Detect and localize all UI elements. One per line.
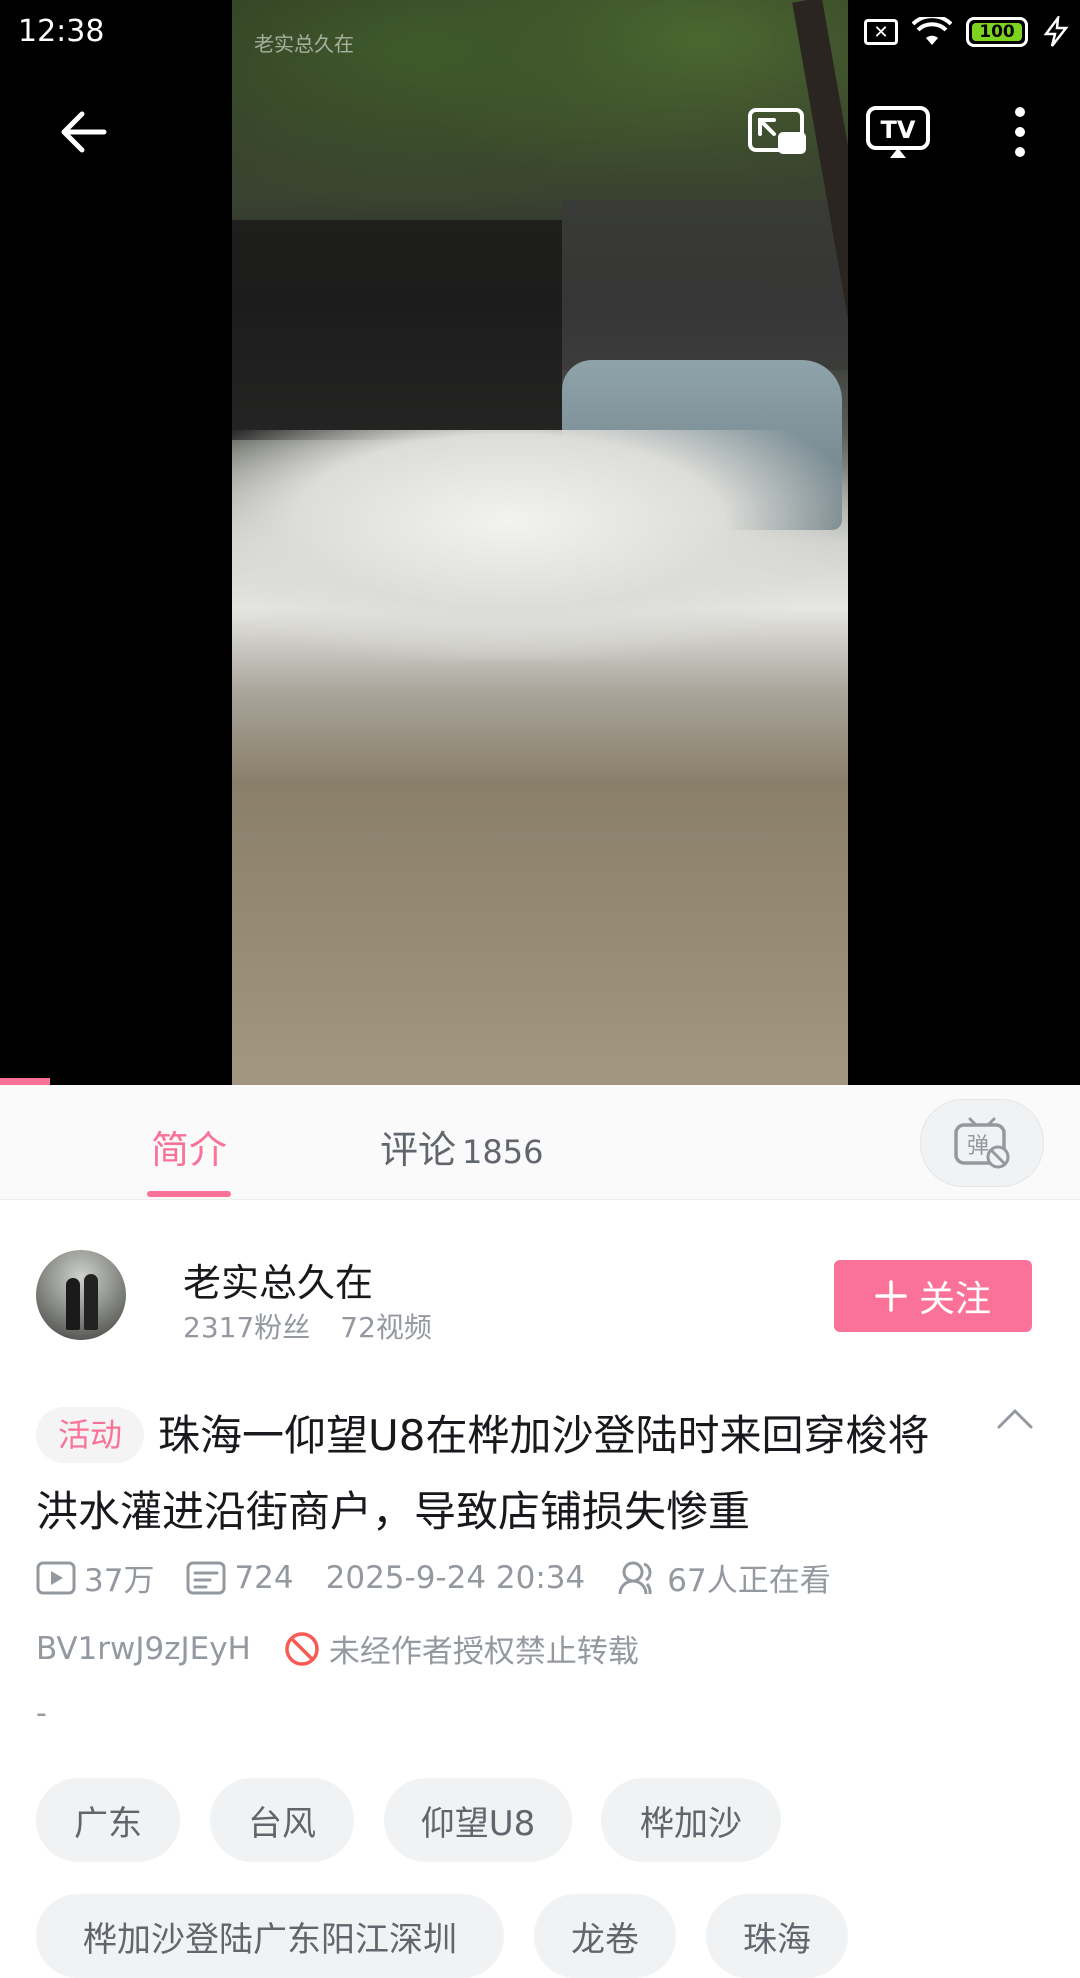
avatar-figure-1 xyxy=(66,1278,80,1330)
tag-item[interactable]: 桦加沙登陆广东阳江深圳 xyxy=(36,1894,504,1978)
tab-intro[interactable]: 简介 xyxy=(151,1119,227,1174)
video-description: - xyxy=(36,1696,47,1731)
copyright-notice: 未经作者授权禁止转载 xyxy=(328,1634,639,1670)
status-icons: ✕ 100 xyxy=(864,16,1070,48)
tab-comments-label: 评论 xyxy=(380,1128,457,1172)
video-title: 珠海一仰望U8在桦加沙登陆时来回穿梭将洪水灌进沿街商户，导致店铺损失惨重 xyxy=(36,1411,930,1536)
tag-item[interactable]: 仰望U8 xyxy=(384,1778,572,1862)
sim-blocked-icon: ✕ xyxy=(864,19,898,45)
avatar-figure-2 xyxy=(84,1274,98,1330)
tag-item[interactable]: 台风 xyxy=(210,1778,354,1862)
status-bar: 12:38 ✕ 100 xyxy=(0,0,1080,70)
tab-comments[interactable]: 评论 1856 xyxy=(380,1119,543,1174)
svg-text:弹: 弹 xyxy=(967,1134,989,1159)
tv-cast-icon: TV xyxy=(866,106,930,158)
danmaku-off-icon: 弹 xyxy=(954,1117,1010,1169)
bvid[interactable]: BV1rwJ9zJEyH xyxy=(36,1631,251,1667)
plus-icon xyxy=(875,1280,907,1312)
more-options-button[interactable] xyxy=(984,96,1056,168)
chevron-up-icon xyxy=(997,1409,1033,1429)
playback-progress-bar[interactable] xyxy=(0,1078,50,1085)
battery-level: 100 xyxy=(972,22,1022,42)
watching-people-icon xyxy=(618,1561,652,1594)
watching-count: 67人正在看 xyxy=(617,1555,831,1600)
author-avatar[interactable] xyxy=(36,1250,126,1340)
tag-item[interactable]: 龙卷 xyxy=(534,1894,676,1978)
watching-count-text: 67人正在看 xyxy=(667,1563,831,1599)
danmaku-count: 724 xyxy=(186,1559,294,1596)
follow-button[interactable]: 关注 xyxy=(834,1260,1032,1332)
video-title-block: 活动 珠海一仰望U8在桦加沙登陆时来回穿梭将洪水灌进沿街商户，导致店铺损失惨重 xyxy=(36,1398,966,1550)
tag-item[interactable]: 桦加沙 xyxy=(601,1778,781,1862)
tag-item[interactable]: 珠海 xyxy=(706,1894,848,1978)
activity-badge[interactable]: 活动 xyxy=(36,1407,145,1463)
view-count: 37万 xyxy=(36,1555,154,1600)
tag-item[interactable]: 广东 xyxy=(36,1778,180,1862)
video-scene-wave xyxy=(232,430,848,660)
author-stats: 2317粉丝 72视频 xyxy=(183,1306,432,1346)
picture-in-picture-button[interactable] xyxy=(742,96,814,168)
video-scene-shop-right xyxy=(562,200,848,370)
status-time: 12:38 xyxy=(18,14,105,49)
tab-active-indicator xyxy=(147,1191,231,1197)
collapse-intro-button[interactable] xyxy=(994,1398,1036,1440)
danmaku-count-icon xyxy=(186,1561,226,1594)
danmaku-toggle-button[interactable]: 弹 xyxy=(920,1099,1044,1187)
video-meta-row: 37万 724 2025-9-24 20:34 67人正在看 xyxy=(36,1555,831,1600)
bolt-icon xyxy=(1043,16,1069,47)
tv-cast-button[interactable]: TV xyxy=(862,96,934,168)
author-video-count: 72视频 xyxy=(340,1311,432,1344)
no-repost-icon xyxy=(285,1631,319,1666)
bvid-row: BV1rwJ9zJEyH 未经作者授权禁止转载 xyxy=(36,1626,639,1671)
picture-in-picture-icon xyxy=(748,108,806,154)
author-name[interactable]: 老实总久在 xyxy=(183,1252,373,1307)
follow-label: 关注 xyxy=(918,1279,991,1320)
danmaku-count-text: 724 xyxy=(234,1559,294,1596)
battery-icon: 100 xyxy=(966,17,1028,47)
author-fans-count: 2317粉丝 xyxy=(183,1311,311,1344)
wifi-icon xyxy=(912,17,952,45)
svg-text:TV: TV xyxy=(881,116,916,144)
view-count-text: 37万 xyxy=(84,1563,155,1599)
tab-comments-count: 1856 xyxy=(462,1133,544,1171)
publish-date: 2025-9-24 20:34 xyxy=(325,1559,586,1596)
back-button[interactable] xyxy=(48,96,120,168)
back-arrow-icon xyxy=(61,111,107,153)
detail-tabs: 简介 评论 1856 弹 xyxy=(0,1085,1080,1200)
more-vert-icon xyxy=(1015,107,1025,157)
video-scene-shop xyxy=(232,220,562,440)
play-count-icon xyxy=(36,1561,76,1594)
